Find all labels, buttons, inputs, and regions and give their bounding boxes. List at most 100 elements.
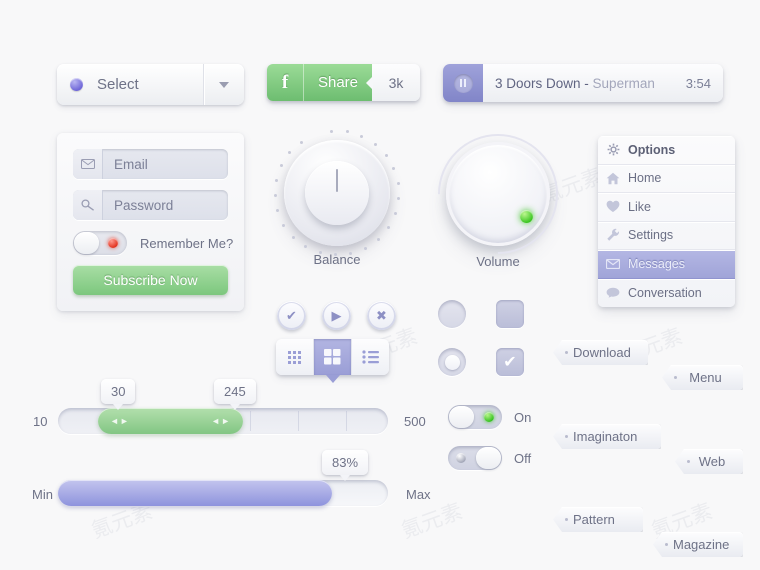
knob-tick-dot [330, 129, 334, 133]
share-button[interactable]: f Share 3k [267, 64, 420, 101]
check-icon: ✔ [503, 354, 517, 371]
toggle-on-label: On [514, 409, 532, 425]
segment-tile-view[interactable] [313, 339, 351, 383]
select-arrow-button[interactable] [203, 64, 244, 105]
share-label: Share [304, 64, 372, 101]
menu-item-messages[interactable]: Messages [598, 250, 735, 279]
menu-item-label: Conversation [628, 285, 702, 300]
menu-item-settings[interactable]: Settings [598, 222, 735, 250]
balance-knob-cap [305, 161, 369, 225]
checkbox-unchecked[interactable] [496, 300, 524, 328]
tag-dot-icon [565, 435, 568, 438]
tag-label: Download [573, 345, 631, 360]
tag-label: Web [698, 454, 726, 469]
knob-tick-dot [392, 167, 396, 170]
radio-unchecked[interactable] [438, 300, 466, 328]
tag-web[interactable]: Web [675, 449, 743, 474]
tag-dot-icon [565, 351, 568, 354]
tag-download[interactable]: Download [553, 340, 648, 365]
player-title: 3 Doors Down - Superman [495, 76, 655, 91]
tag-pattern[interactable]: Pattern [553, 507, 643, 532]
progress-slider-fill [58, 480, 332, 506]
pause-icon [453, 73, 473, 93]
tag-label: Imaginaton [573, 429, 638, 444]
toggle-off-switch[interactable] [448, 446, 502, 470]
menu-item-label: Home [628, 171, 662, 186]
knob-tick-dot [288, 151, 292, 155]
password-placeholder: Password [114, 197, 174, 213]
select-dropdown[interactable]: Select [57, 64, 244, 105]
password-field[interactable]: Password [73, 190, 228, 220]
volume-knob-group: Volume [413, 109, 583, 279]
tag-label: Pattern [573, 512, 615, 527]
chevron-down-icon [219, 81, 229, 88]
knob-tick-dot [384, 153, 388, 157]
range-min-label: 10 [33, 414, 48, 429]
knob-tick-dot [276, 209, 280, 213]
tag-dot-icon [687, 460, 690, 463]
segment-list-view[interactable] [351, 339, 389, 375]
status-led-red [108, 238, 118, 248]
menu-item-like[interactable]: Like [598, 193, 735, 222]
share-count: 3k [372, 64, 420, 101]
menu-item-label: Like [628, 199, 651, 214]
tag-menu[interactable]: Menu [662, 365, 743, 390]
toggle-on-switch[interactable] [448, 405, 502, 429]
confirm-button[interactable]: ✔ [277, 301, 306, 330]
volume-knob[interactable] [413, 109, 583, 279]
knob-tick-dot [397, 197, 401, 201]
range-handle-low[interactable]: ◄► [110, 416, 130, 426]
tag-dot-icon [674, 376, 677, 379]
facebook-f-icon: f [267, 64, 304, 101]
radio-unchecked-control[interactable] [438, 300, 466, 328]
knob-tick-dot [318, 251, 322, 255]
subscribe-button[interactable]: Subscribe Now [73, 265, 228, 295]
range-handle-high[interactable]: ◄► [211, 416, 231, 426]
toggle-knob [476, 447, 501, 469]
radio-checked[interactable] [438, 348, 466, 376]
knob-tick-dot [386, 226, 390, 230]
range-slider-fill[interactable]: ◄► ◄► [98, 408, 243, 434]
balance-knob-group: Balance [273, 129, 401, 267]
round-button-group: ✔ ▶ ✖ [277, 301, 396, 330]
remember-me-toggle[interactable] [73, 231, 127, 255]
speech-bubble-icon [598, 287, 628, 299]
pause-button[interactable] [443, 64, 483, 102]
range-tick [298, 411, 299, 431]
knob-tick-dot [273, 194, 277, 198]
tag-magazine[interactable]: Magazine [653, 532, 743, 557]
player-track: Superman [592, 75, 655, 91]
email-field[interactable]: Email [73, 149, 228, 179]
segment-grid-view[interactable] [276, 339, 313, 375]
checkbox-unchecked-control[interactable] [496, 300, 524, 328]
balance-knob[interactable] [284, 140, 390, 246]
play-button[interactable]: ▶ [322, 301, 351, 330]
media-player: 3 Doors Down - Superman 3:54 [443, 64, 723, 102]
status-led-grey [456, 453, 466, 463]
email-placeholder: Email [114, 156, 148, 172]
menu-item-conversation[interactable]: Conversation [598, 279, 735, 308]
menu-item-options[interactable]: Options [598, 136, 735, 165]
tag-imaginaton[interactable]: Imaginaton [553, 424, 661, 449]
envelope-icon [598, 258, 628, 269]
player-time: 3:54 [685, 75, 711, 91]
radio-checked-control[interactable] [438, 348, 466, 376]
home-icon [598, 172, 628, 185]
ui-kit-canvas: 氪元素 氪元素 氪元素 氪元素 氪元素 氪元素 氪元素 Select Email… [0, 0, 760, 570]
menu-item-home[interactable]: Home [598, 165, 735, 193]
checkbox-checked-control[interactable]: ✔ [496, 348, 524, 376]
knob-tick-dot [279, 164, 283, 168]
checkbox-checked[interactable]: ✔ [496, 348, 524, 376]
knob-tick-dot [373, 142, 377, 146]
progress-min-label: Min [32, 487, 53, 502]
range-tick [250, 411, 251, 431]
envelope-icon [73, 149, 103, 179]
key-icon [73, 190, 103, 220]
range-slider-track[interactable]: ◄► ◄► [58, 408, 388, 434]
progress-slider-track[interactable] [58, 480, 388, 506]
knob-tick-dot [304, 245, 308, 249]
bullet-dot-icon [70, 78, 83, 91]
close-button[interactable]: ✖ [367, 301, 396, 330]
toggle-off-label: Off [514, 450, 532, 466]
range-high-value-bubble: 245 [214, 379, 256, 410]
